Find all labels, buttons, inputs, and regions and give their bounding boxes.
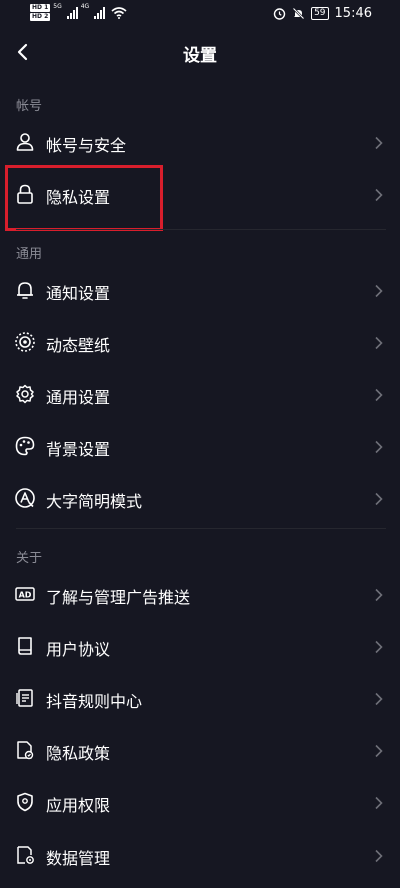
signal-icon-2 xyxy=(94,6,106,19)
gear-icon xyxy=(16,384,34,404)
privacy-policy-icon xyxy=(17,741,34,760)
user-icon xyxy=(16,133,34,151)
settings-item-large-text-mode[interactable]: 大字简明模式 xyxy=(0,473,400,525)
settings-item-data-management[interactable]: 数据管理 xyxy=(0,830,400,882)
settings-item-label: 通用设置 xyxy=(46,388,111,407)
network-type-1: 5G xyxy=(53,3,62,10)
large-text-icon xyxy=(15,488,35,508)
settings-item-label: 了解与管理广告推送 xyxy=(46,588,191,607)
section-label-about: 关于 xyxy=(16,551,43,566)
network-type-2: 4G xyxy=(80,3,90,10)
section-divider xyxy=(16,229,386,230)
document-list-icon xyxy=(16,689,33,707)
settings-item-user-agreement[interactable]: 用户协议 xyxy=(0,621,400,673)
settings-item-label: 动态壁纸 xyxy=(46,336,111,355)
status-time: 15:46 xyxy=(334,6,372,21)
settings-item-label: 背景设置 xyxy=(46,440,111,459)
chevron-right-icon xyxy=(375,188,383,202)
chevron-right-icon xyxy=(375,492,383,506)
chevron-right-icon xyxy=(375,744,383,758)
book-icon xyxy=(18,637,32,655)
palette-icon xyxy=(15,436,35,456)
ad-icon-text: AD xyxy=(19,591,32,600)
page-title: 设置 xyxy=(183,46,217,66)
chevron-right-icon xyxy=(375,640,383,654)
mute-icon xyxy=(292,7,305,20)
settings-item-app-permissions[interactable]: 应用权限 xyxy=(0,777,400,829)
chevron-right-icon xyxy=(375,284,383,298)
hd1-badge: HD 1 xyxy=(30,4,51,12)
hd2-badge: HD 2 xyxy=(30,13,51,21)
ad-icon: AD xyxy=(15,587,35,601)
settings-item-general-settings[interactable]: 通用设置 xyxy=(0,369,400,421)
settings-item-label: 隐私设置 xyxy=(46,188,111,207)
status-bar-right: 59 15:46 xyxy=(273,6,372,21)
data-management-icon xyxy=(17,846,34,864)
settings-item-label: 大字简明模式 xyxy=(46,492,143,511)
live-wallpaper-icon xyxy=(15,332,35,352)
wifi-icon xyxy=(111,6,127,19)
chevron-right-icon xyxy=(375,440,383,454)
settings-item-privacy-policy[interactable]: 隐私政策 xyxy=(0,725,400,777)
status-bar-left: HD 1 HD 2 5G 4G xyxy=(30,4,127,21)
signal-icon-1 xyxy=(66,6,78,19)
battery-indicator: 59 xyxy=(311,7,329,20)
chevron-right-icon xyxy=(375,796,383,810)
chevron-right-icon xyxy=(375,849,383,863)
chevron-right-icon xyxy=(375,588,383,602)
chevron-right-icon xyxy=(375,692,383,706)
settings-item-background-settings[interactable]: 背景设置 xyxy=(0,421,400,473)
settings-item-label: 数据管理 xyxy=(46,849,111,868)
settings-item-label: 抖音规则中心 xyxy=(46,692,143,711)
bell-icon xyxy=(17,282,33,299)
status-bar: HD 1 HD 2 5G 4G 59 15:46 xyxy=(0,0,400,28)
settings-item-account-security[interactable]: 帐号与安全 xyxy=(0,117,400,169)
chevron-right-icon xyxy=(375,336,383,350)
settings-screen: HD 1 HD 2 5G 4G 59 15:46 设置 帐号 帐号与安全 隐私设… xyxy=(0,0,400,888)
settings-item-privacy-settings[interactable]: 隐私设置 xyxy=(0,169,400,221)
section-divider xyxy=(16,528,386,529)
settings-item-label: 隐私政策 xyxy=(46,744,111,763)
settings-item-label: 用户协议 xyxy=(46,640,111,659)
chevron-right-icon xyxy=(375,388,383,402)
navigation-bar: 设置 xyxy=(0,28,400,76)
chevron-right-icon xyxy=(375,136,383,150)
settings-item-label: 通知设置 xyxy=(46,284,111,303)
settings-item-ad-management[interactable]: AD 了解与管理广告推送 xyxy=(0,569,400,621)
hd-indicators: HD 1 HD 2 xyxy=(30,4,51,21)
settings-item-live-wallpaper[interactable]: 动态壁纸 xyxy=(0,317,400,369)
shield-icon xyxy=(17,792,33,812)
settings-item-community-rules[interactable]: 抖音规则中心 xyxy=(0,673,400,725)
alarm-icon xyxy=(273,8,286,20)
section-label-account: 帐号 xyxy=(16,99,43,114)
settings-item-label: 帐号与安全 xyxy=(46,136,127,155)
section-label-general: 通用 xyxy=(16,247,43,262)
lock-icon xyxy=(17,184,33,204)
settings-item-label: 应用权限 xyxy=(46,796,111,815)
settings-item-notification-settings[interactable]: 通知设置 xyxy=(0,265,400,317)
